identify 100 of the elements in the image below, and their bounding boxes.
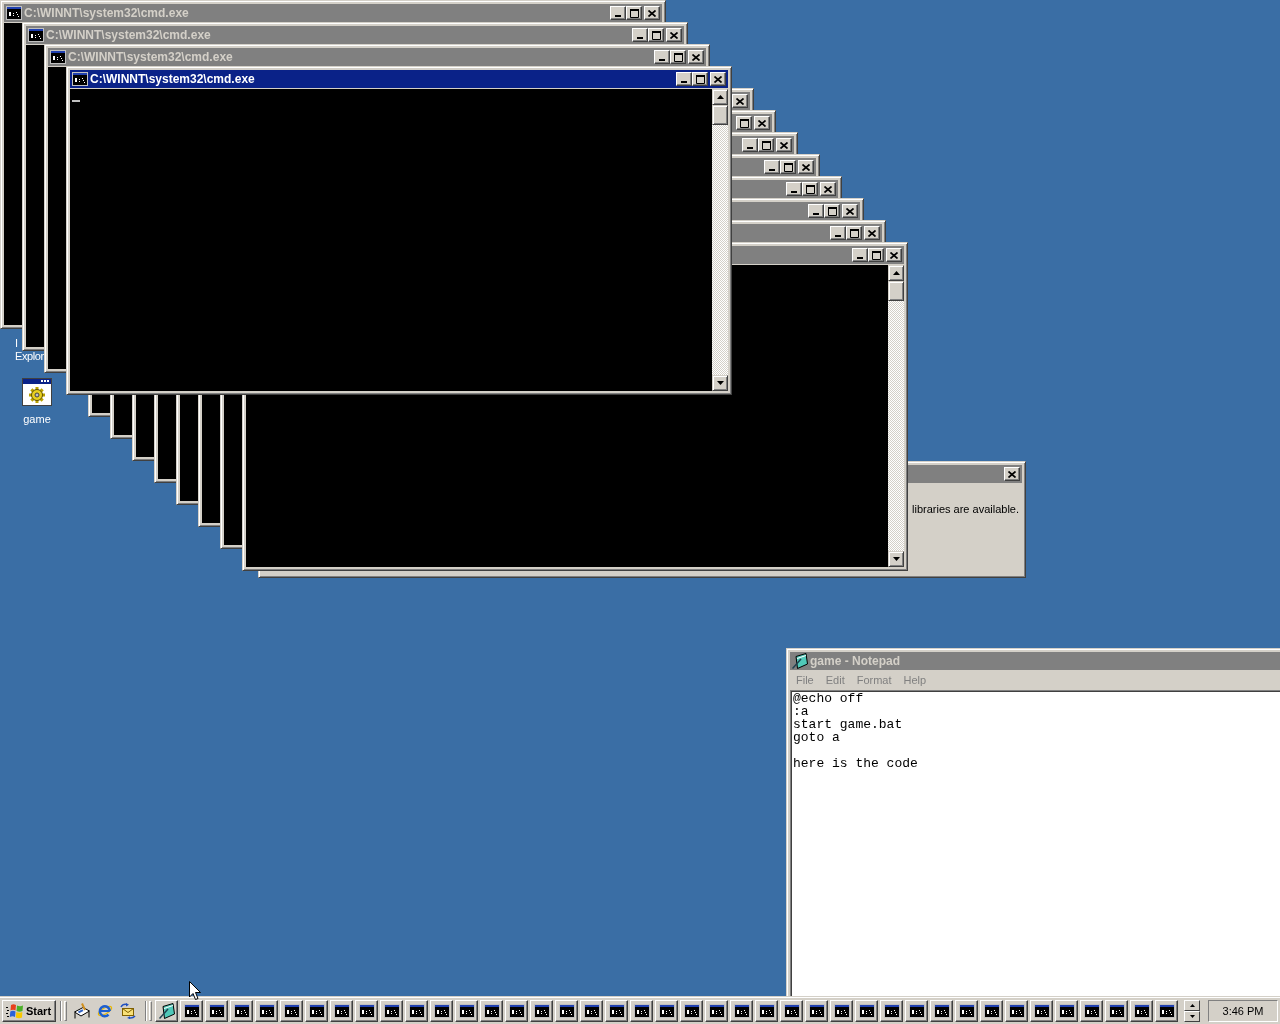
- maximize-button[interactable]: [736, 116, 752, 130]
- close-button[interactable]: [842, 204, 858, 218]
- maximize-button[interactable]: [780, 160, 796, 174]
- minimize-button[interactable]: [830, 226, 846, 240]
- scroll-thumb[interactable]: [712, 105, 728, 125]
- minimize-button[interactable]: [610, 6, 626, 20]
- taskbar-button[interactable]: [880, 1000, 903, 1022]
- close-icon: [714, 75, 722, 83]
- taskbar-button[interactable]: [480, 1000, 503, 1022]
- close-button[interactable]: [820, 182, 836, 196]
- close-button[interactable]: [710, 72, 726, 86]
- taskbar-button[interactable]: [230, 1000, 253, 1022]
- scroll-thumb[interactable]: [888, 281, 904, 301]
- scrollbar[interactable]: [712, 89, 728, 391]
- close-button[interactable]: [688, 50, 704, 64]
- taskbar-button[interactable]: [430, 1000, 453, 1022]
- maximize-button[interactable]: [758, 138, 774, 152]
- close-button[interactable]: [644, 6, 660, 20]
- scroll-down-button[interactable]: [712, 375, 728, 391]
- taskbar-button[interactable]: [255, 1000, 278, 1022]
- taskbar-button[interactable]: [705, 1000, 728, 1022]
- taskbar-button[interactable]: [405, 1000, 428, 1022]
- close-button[interactable]: [754, 116, 770, 130]
- taskbar-button[interactable]: [280, 1000, 303, 1022]
- close-button[interactable]: [776, 138, 792, 152]
- taskbar-button[interactable]: [530, 1000, 553, 1022]
- taskbar-button[interactable]: [1155, 1000, 1178, 1022]
- taskbar-button[interactable]: [1080, 1000, 1103, 1022]
- taskbar-button[interactable]: [630, 1000, 653, 1022]
- taskbar-button[interactable]: [505, 1000, 528, 1022]
- taskbar-button[interactable]: [930, 1000, 953, 1022]
- console-icon: [408, 1004, 425, 1018]
- taskbar-button[interactable]: [455, 1000, 478, 1022]
- taskbar-button[interactable]: [380, 1000, 403, 1022]
- taskbar-button[interactable]: [605, 1000, 628, 1022]
- minimize-button[interactable]: [786, 182, 802, 196]
- taskbar-button[interactable]: [155, 1000, 178, 1022]
- close-button[interactable]: [666, 28, 682, 42]
- minimize-button[interactable]: [654, 50, 670, 64]
- maximize-button[interactable]: [626, 6, 642, 20]
- taskbar-button[interactable]: [1130, 1000, 1153, 1022]
- taskbar-button[interactable]: [580, 1000, 603, 1022]
- text-editor[interactable]: @echo off :a start game.bat goto a here is the code: [790, 690, 1280, 996]
- taskbar-button[interactable]: [1030, 1000, 1053, 1022]
- desk-pencil-icon[interactable]: [74, 1003, 90, 1019]
- maximize-button[interactable]: [670, 50, 686, 64]
- taskbar-button[interactable]: [655, 1000, 678, 1022]
- close-icon: [736, 97, 744, 105]
- console-icon: [883, 1004, 900, 1018]
- taskbar-button[interactable]: [205, 1000, 228, 1022]
- taskbar-button[interactable]: [1105, 1000, 1128, 1022]
- scroll-up-button[interactable]: [712, 89, 728, 105]
- taskbar-button[interactable]: [305, 1000, 328, 1022]
- taskbar-button[interactable]: [955, 1000, 978, 1022]
- minimize-icon: [791, 191, 797, 193]
- console-icon: [1083, 1004, 1100, 1018]
- console-icon: [533, 1004, 550, 1018]
- maximize-button[interactable]: [692, 72, 708, 86]
- taskbar-button[interactable]: [805, 1000, 828, 1022]
- minimize-button[interactable]: [742, 138, 758, 152]
- maximize-button[interactable]: [868, 248, 884, 262]
- e-logo-icon[interactable]: [97, 1003, 113, 1019]
- console-icon: [283, 1004, 300, 1018]
- minimize-button[interactable]: [632, 28, 648, 42]
- minimize-button[interactable]: [808, 204, 824, 218]
- close-button[interactable]: [864, 226, 880, 240]
- taskbar-button[interactable]: [855, 1000, 878, 1022]
- maximize-button[interactable]: [846, 226, 862, 240]
- close-button[interactable]: [732, 94, 748, 108]
- close-button[interactable]: [798, 160, 814, 174]
- gear-window-icon[interactable]: [22, 378, 52, 406]
- taskbar-button[interactable]: [780, 1000, 803, 1022]
- envelope-arrows-icon[interactable]: [120, 1003, 136, 1019]
- maximize-button[interactable]: [648, 28, 664, 42]
- taskbar-button[interactable]: [680, 1000, 703, 1022]
- taskbar-button[interactable]: [1055, 1000, 1078, 1022]
- minimize-button[interactable]: [676, 72, 692, 86]
- taskbar-button[interactable]: [905, 1000, 928, 1022]
- maximize-button[interactable]: [824, 204, 840, 218]
- taskbar-button[interactable]: [355, 1000, 378, 1022]
- console-icon: [50, 50, 66, 64]
- maximize-button[interactable]: [802, 182, 818, 196]
- close-button[interactable]: [886, 248, 902, 262]
- scroll-up-button[interactable]: [888, 265, 904, 281]
- scroll-down-button[interactable]: [888, 551, 904, 567]
- taskbar-button[interactable]: [555, 1000, 578, 1022]
- taskbar-button[interactable]: [730, 1000, 753, 1022]
- taskbar-button[interactable]: [755, 1000, 778, 1022]
- minimize-button[interactable]: [764, 160, 780, 174]
- close-button[interactable]: [1004, 467, 1020, 481]
- start-button[interactable]: Start: [2, 1000, 56, 1022]
- minimize-button[interactable]: [852, 248, 868, 262]
- taskbar-button[interactable]: [1005, 1000, 1028, 1022]
- scrollbar[interactable]: [888, 265, 904, 567]
- taskbar-button[interactable]: [830, 1000, 853, 1022]
- taskbar-button[interactable]: [180, 1000, 203, 1022]
- maximize-icon: [849, 228, 859, 238]
- minimize-icon: [835, 235, 841, 237]
- taskbar-button[interactable]: [330, 1000, 353, 1022]
- taskbar-button[interactable]: [980, 1000, 1003, 1022]
